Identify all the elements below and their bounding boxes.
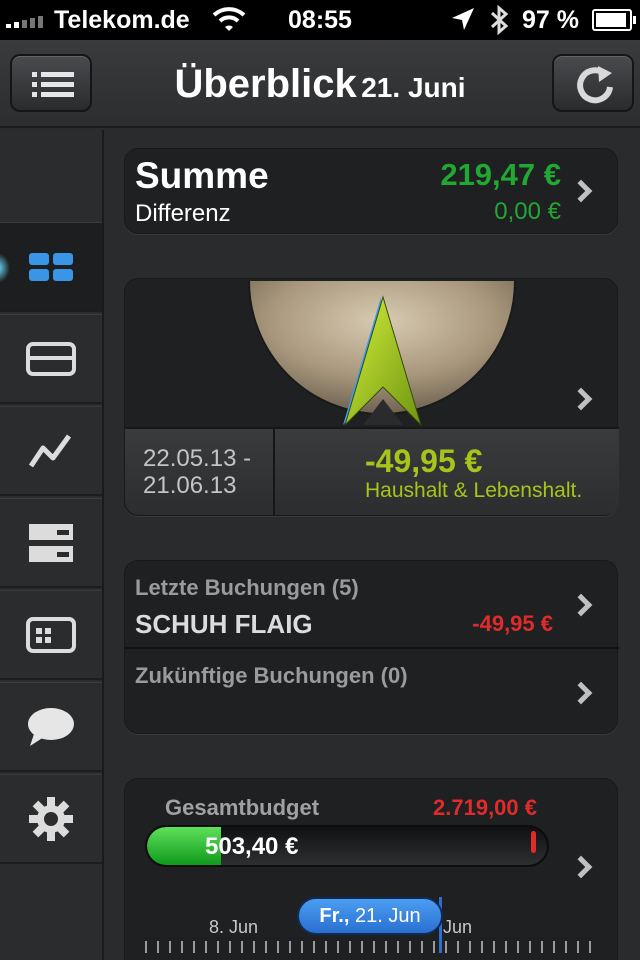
bluetooth-icon [490, 4, 509, 36]
refresh-icon [577, 66, 613, 104]
timeline-label-left: 8. Jun [209, 917, 259, 937]
sidebar-item-accounts[interactable] [0, 314, 102, 404]
budget-rows-icon [29, 523, 73, 562]
current-date-bubble[interactable]: Fr., 21. Jun [297, 897, 443, 935]
sidebar [0, 130, 104, 960]
gauge-period: 22.05.13 - 21.06.13 [143, 445, 251, 499]
period-from: 22.05.13 - [143, 445, 252, 472]
accounts-card-icon [26, 341, 76, 376]
gear-icon [29, 796, 73, 841]
gauge-category: Haushalt & Lebenshalt. [365, 479, 583, 502]
timeline-label-right: Jun [443, 917, 473, 937]
budget-label: Gesamtbudget [165, 795, 320, 820]
sidebar-item-charts[interactable] [0, 406, 102, 496]
chevron-right-icon [569, 681, 593, 705]
budget-card[interactable]: Gesamtbudget 2.719,00 € 503,40 € 8. Jun … [124, 778, 618, 960]
last-bookings-row[interactable]: Letzte Buchungen (5) SCHUH FLAIG -49,95 … [125, 561, 619, 647]
battery-icon [592, 9, 636, 31]
current-date-rest: 21. Jun [354, 905, 421, 927]
page-title-text: Überblick [174, 62, 357, 106]
summary-subtitle: Differenz [135, 200, 231, 227]
last-booking-amount: -49,95 € [472, 611, 553, 636]
period-to: 21.06.13 [143, 472, 237, 499]
status-bar: Telekom.de 08:55 97 % [0, 0, 640, 40]
last-booking-merchant: SCHUH FLAIG [135, 609, 313, 639]
chart-line-icon [28, 434, 72, 467]
location-icon [452, 8, 474, 30]
chevron-right-icon [569, 855, 593, 879]
gauge-footer: 22.05.13 - 21.06.13 -49,95 € Haushalt & … [125, 427, 619, 515]
summary-title: Summe [135, 155, 269, 196]
chevron-right-icon [569, 593, 593, 617]
budget-progress-bar: 503,40 € [145, 825, 549, 867]
chevron-right-icon [569, 179, 593, 203]
chat-bubble-icon [28, 707, 74, 746]
timeline-ticks [145, 941, 599, 953]
current-date-day: Fr., [319, 905, 350, 927]
summary-card[interactable]: Summe Differenz 219,47 € 0,00 € [124, 148, 618, 234]
active-indicator [0, 253, 10, 283]
future-bookings-label: Zukünftige Buchungen (0) [135, 663, 408, 688]
bookings-card: Letzte Buchungen (5) SCHUH FLAIG -49,95 … [124, 560, 619, 735]
summary-difference: 0,00 € [494, 198, 561, 225]
divider [273, 429, 275, 515]
last-bookings-label: Letzte Buchungen (5) [135, 575, 359, 600]
summary-value: 219,47 € [440, 157, 561, 192]
gauge-amount: -49,95 € [365, 443, 483, 479]
gauge-dial [248, 280, 516, 426]
sidebar-item-bookings[interactable] [0, 590, 102, 680]
battery-percent: 97 % [522, 6, 579, 34]
nav-bar: Überblick 21. Juni [0, 40, 640, 128]
gauge-card[interactable]: 22.05.13 - 21.06.13 -49,95 € Haushalt & … [124, 278, 619, 516]
sidebar-item-overview[interactable] [0, 222, 102, 312]
page-title-date: 21. Juni [361, 72, 466, 103]
page-title: Überblick 21. Juni [0, 62, 640, 107]
sidebar-item-settings[interactable] [0, 774, 102, 864]
budget-total: 2.719,00 € [433, 795, 537, 820]
bookings-panel-icon [26, 616, 76, 653]
sidebar-item-feedback[interactable] [0, 682, 102, 772]
budget-limit-marker [531, 831, 536, 853]
refresh-button[interactable] [552, 54, 634, 112]
overview-grid-icon [29, 252, 73, 281]
budget-used: 503,40 € [205, 833, 299, 860]
future-bookings-row[interactable]: Zukünftige Buchungen (0) [125, 649, 619, 735]
sidebar-item-budgets[interactable] [0, 498, 102, 588]
